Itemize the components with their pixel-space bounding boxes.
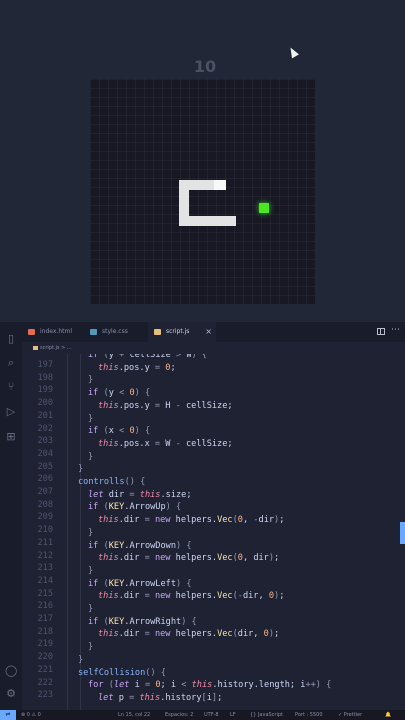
code-line: 210 this.dir = new helpers.Vec(0, -dir);: [37, 515, 285, 536]
code-line: 200 if (y < 0) {: [37, 388, 151, 409]
account-icon[interactable]: ◯: [5, 665, 17, 677]
code-line: 223 for (let i = 0; i < this.history.len…: [37, 680, 332, 701]
settings-gear-icon[interactable]: ⚙: [5, 688, 17, 700]
code-line: let p = this.history[i];: [98, 692, 223, 703]
code-line: 219 this.dir = new helpers.Vec(dir, 0);: [37, 629, 280, 650]
code-line: 208 let dir = this.size;: [37, 489, 192, 510]
code-line: 203 if (x < 0) {: [37, 426, 151, 447]
split-editor-icon[interactable]: [377, 328, 385, 335]
code-line: 220 }: [37, 642, 94, 663]
code-line: 218 if (KEY.ArrowRight) {: [37, 616, 197, 637]
close-tab-icon[interactable]: ×: [205, 322, 212, 342]
code-line: 217 }: [37, 604, 94, 624]
tab-style-css[interactable]: style.css: [84, 322, 146, 342]
live-server-port[interactable]: Port : 5500: [295, 710, 323, 720]
code-line: 206 }: [37, 464, 84, 485]
notifications-bell-icon[interactable]: 🔔: [385, 710, 391, 720]
explorer-icon[interactable]: ▯: [5, 333, 17, 345]
food-pellet: [259, 203, 269, 213]
code-line: 205 }: [37, 451, 94, 472]
code-line: 197 if (y + cellSize > W) {: [37, 354, 208, 370]
prettier-status[interactable]: ✓ Prettier: [338, 710, 362, 720]
tab-script-js[interactable]: script.js ×: [148, 322, 216, 342]
code-line: 221 }: [37, 654, 84, 675]
code-line: 214 }: [37, 565, 94, 586]
code-line: 198 this.pos.y = 0;: [37, 362, 176, 383]
css-file-icon: [90, 329, 97, 335]
code-line: 212 if (KEY.ArrowDown) {: [37, 540, 192, 561]
code-line: 215 if (KEY.ArrowLeft) {: [37, 578, 192, 599]
code-line: 204 this.pos.x = W - cellSize;: [37, 438, 233, 459]
breadcrumb[interactable]: script.js > ...: [22, 342, 405, 354]
minimap-scroll-thumb[interactable]: [400, 522, 405, 544]
code-line: 202 }: [37, 413, 94, 434]
tab-index-html[interactable]: index.html: [22, 322, 82, 342]
status-bar: ⇌ ⊗ 0 ⚠ 0 Ln 15, col 22 Espacios: 2 UTF-…: [0, 710, 405, 720]
snake-body-bottom: [179, 216, 236, 226]
snake-body-top: [179, 180, 214, 190]
source-control-icon[interactable]: ⑂: [5, 381, 17, 393]
code-line: 207 controlls() {: [37, 477, 146, 497]
more-actions-icon[interactable]: ⋯: [391, 325, 400, 335]
code-editor: ▯ ⌕ ⑂ ▷ ⊞ ◯ ⚙ index.html style.css scrip…: [0, 322, 405, 720]
end-of-line[interactable]: LF: [230, 710, 236, 720]
html-file-icon: [28, 329, 35, 335]
editor-tabs: index.html style.css script.js × ⋯: [22, 322, 405, 342]
indentation[interactable]: Espacios: 2: [165, 710, 193, 720]
code-line: 209 if (KEY.ArrowUp) {: [37, 502, 182, 523]
code-line: 211 }: [37, 527, 94, 548]
code-line: 222 selfCollision() {: [37, 667, 166, 688]
language-mode[interactable]: {} JavaScript: [250, 710, 283, 720]
encoding[interactable]: UTF-8: [204, 710, 219, 720]
code-line: 199 }: [37, 375, 94, 396]
game-preview: 10: [0, 0, 405, 322]
score-display: 10: [193, 57, 217, 76]
problems-indicator[interactable]: ⊗ 0 ⚠ 0: [21, 710, 41, 720]
extensions-icon[interactable]: ⊞: [5, 431, 17, 443]
snake-head: [214, 180, 226, 190]
code-line: 201 this.pos.y = H - cellSize;: [37, 400, 233, 421]
activity-bar: ▯ ⌕ ⑂ ▷ ⊞ ◯ ⚙: [0, 322, 22, 710]
js-file-icon: [154, 329, 161, 335]
game-board[interactable]: [90, 79, 315, 304]
code-line: 213 this.dir = new helpers.Vec(0, dir);: [37, 553, 280, 574]
js-file-icon: [33, 346, 38, 350]
cursor-position[interactable]: Ln 15, col 22: [118, 710, 150, 720]
remote-icon[interactable]: ⇌: [0, 710, 16, 720]
code-area[interactable]: 197 if (y + cellSize > W) { 198 this.pos…: [22, 354, 399, 710]
code-line: 216 this.dir = new helpers.Vec(-dir, 0);: [37, 591, 285, 612]
search-icon[interactable]: ⌕: [5, 357, 17, 369]
run-debug-icon[interactable]: ▷: [5, 406, 17, 418]
